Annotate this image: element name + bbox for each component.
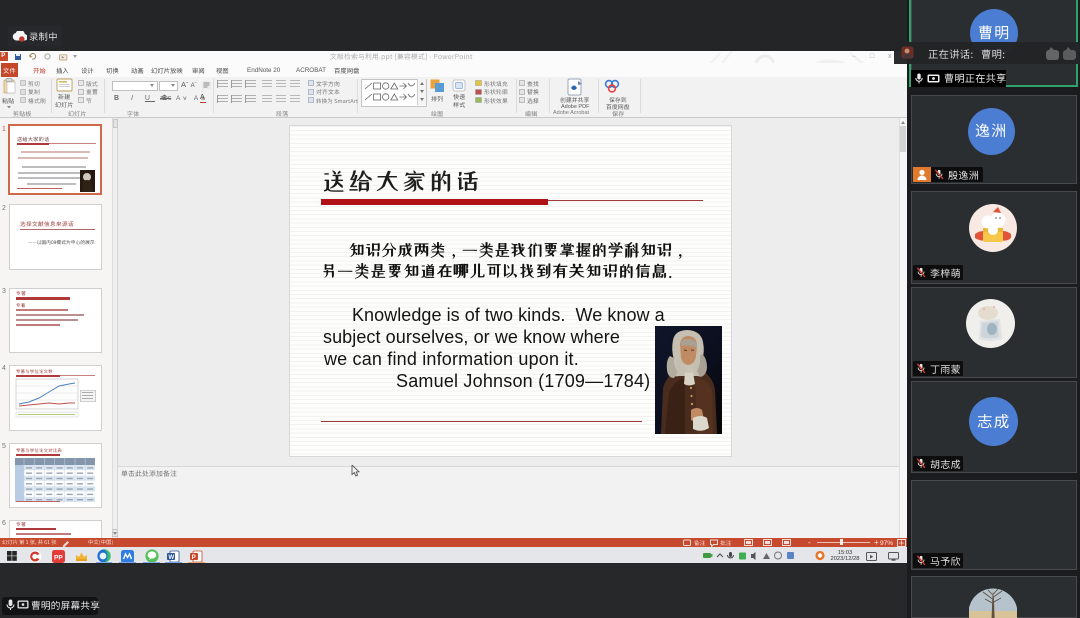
- svg-text:P: P: [192, 554, 196, 560]
- svg-text:PP: PP: [54, 554, 63, 561]
- svg-text:W: W: [169, 554, 175, 560]
